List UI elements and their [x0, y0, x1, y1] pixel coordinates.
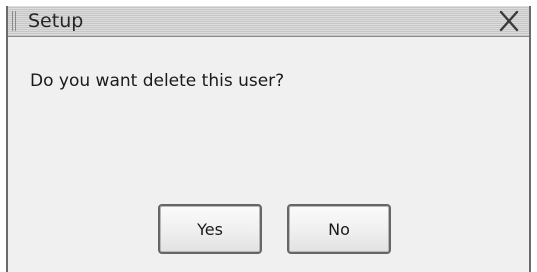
dialog-title: Setup	[28, 10, 84, 32]
close-icon	[499, 10, 519, 32]
yes-button[interactable]: Yes	[158, 204, 262, 254]
grip-icon	[12, 11, 16, 31]
setup-dialog: Setup Do you want delete this user? Yes …	[6, 6, 531, 272]
no-button[interactable]: No	[287, 204, 391, 254]
close-button[interactable]	[495, 7, 523, 35]
title-bar[interactable]: Setup	[8, 6, 529, 37]
confirmation-message: Do you want delete this user?	[30, 71, 285, 91]
